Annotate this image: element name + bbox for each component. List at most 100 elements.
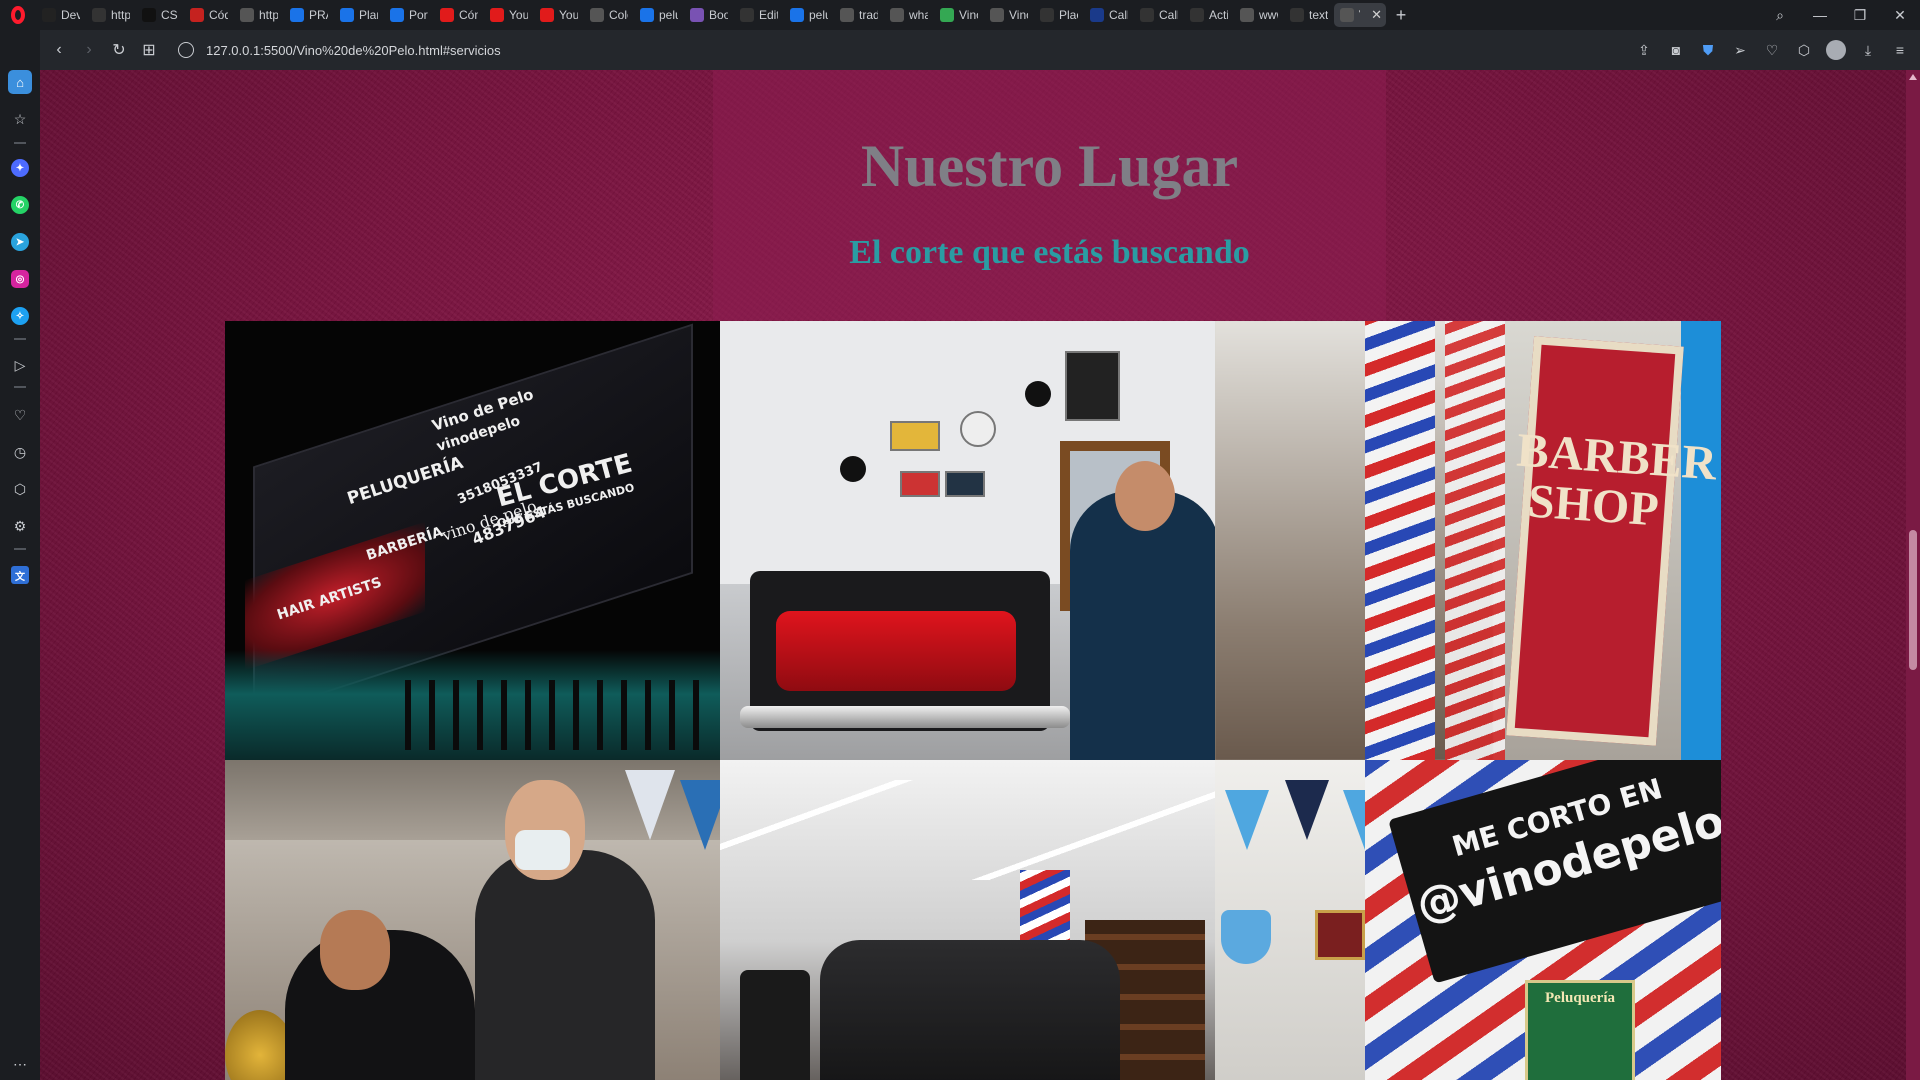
tab-title: Vino [959, 8, 978, 22]
bootstrap-icon [690, 8, 704, 22]
google-icon [840, 8, 854, 22]
tab-title: Call c [1159, 8, 1178, 22]
tab-title: Colo [609, 8, 628, 22]
close-window-button[interactable]: ✕ [1880, 0, 1920, 30]
back-button[interactable]: ‹ [44, 35, 74, 65]
globe-icon [240, 8, 254, 22]
scroll-up-arrow-icon[interactable] [1909, 74, 1917, 80]
twitter-icon[interactable]: ✧ [8, 304, 32, 328]
browser-tab[interactable]: Porta [384, 3, 432, 27]
profile-avatar[interactable] [1822, 36, 1850, 64]
browser-tab[interactable]: tradu [834, 3, 882, 27]
tyc-icon [1090, 8, 1104, 22]
toolbar-right-buttons: ⇪ ◙ ⛊ ➢ ♡ ⬡ ⤓ ≡ [1630, 36, 1920, 64]
sidebar-divider [14, 142, 26, 144]
restore-button[interactable]: ❐ [1840, 0, 1880, 30]
speed-dial-home-icon[interactable]: ⌂ [8, 70, 32, 94]
history-clock-icon[interactable]: ◷ [8, 440, 32, 464]
reload-button[interactable]: ↻ [104, 35, 134, 65]
scrollbar-thumb[interactable] [1909, 530, 1917, 670]
tab-grid-icon[interactable]: ⊞ [134, 35, 164, 65]
send-icon[interactable]: ➢ [1726, 36, 1754, 64]
browser-tab[interactable]: Boot [684, 3, 732, 27]
browser-tab[interactable]: peluc [634, 3, 682, 27]
address-toolbar: ‹ › ↻ ⊞ 127.0.0.1:5500/Vino%20de%20Pelo.… [40, 30, 1920, 70]
pinboards-icon[interactable]: ☆ [8, 107, 32, 131]
browser-tab[interactable]: PRÁC [284, 3, 332, 27]
minimize-button[interactable]: — [1800, 0, 1840, 30]
browser-tab[interactable]: text- [1284, 3, 1332, 27]
bookmark-heart-icon[interactable]: ♡ [1758, 36, 1786, 64]
new-tab-button[interactable]: + [1388, 3, 1414, 27]
browser-tab[interactable]: https [234, 3, 282, 27]
browser-tab[interactable]: Cóm [434, 3, 482, 27]
telegram-icon[interactable]: ➤ [8, 230, 32, 254]
easy-setup-menu-icon[interactable]: ≡ [1886, 36, 1914, 64]
browser-tab[interactable]: Place [1034, 3, 1082, 27]
browser-tab[interactable]: CS50 [136, 3, 182, 27]
address-bar[interactable]: 127.0.0.1:5500/Vino%20de%20Pelo.html#ser… [178, 36, 1630, 64]
tab-title: https [259, 8, 278, 22]
tab-title: peluc [659, 8, 678, 22]
browser-tab[interactable]: Vi ✕ [1334, 3, 1386, 27]
browser-tab[interactable]: Call c [1134, 3, 1182, 27]
browser-tab[interactable]: Activ [1184, 3, 1232, 27]
section-header: Nuestro Lugar El corte que estás buscand… [713, 70, 1386, 320]
browser-tab[interactable]: Códi [184, 3, 232, 27]
messenger-icon[interactable]: ✦ [8, 156, 32, 180]
browser-tab[interactable]: Call c [1084, 3, 1132, 27]
tab-title: what [909, 8, 928, 22]
trello-icon [290, 8, 304, 22]
tab-title: YouT [509, 8, 528, 22]
browser-tab[interactable]: Plant [334, 3, 382, 27]
url-text[interactable]: 127.0.0.1:5500/Vino%20de%20Pelo.html#ser… [206, 43, 501, 58]
globe-icon [590, 8, 604, 22]
browser-tab[interactable]: YouT [484, 3, 532, 27]
page-scrollbar[interactable] [1906, 70, 1920, 1080]
browser-tab[interactable]: Colo [584, 3, 632, 27]
sidebar-divider [14, 548, 26, 550]
site-info-globe-icon[interactable] [178, 42, 194, 58]
browser-tab[interactable]: YouT [534, 3, 582, 27]
player-icon[interactable]: ▷ [8, 353, 32, 377]
forward-button[interactable]: › [74, 35, 104, 65]
opera-logo-icon[interactable] [0, 0, 36, 30]
browser-tab[interactable]: what [884, 3, 932, 27]
close-tab-icon[interactable]: ✕ [1371, 7, 1382, 23]
instagram-icon[interactable]: ◎ [8, 267, 32, 291]
sidebar-divider [14, 338, 26, 340]
vpn-shield-icon[interactable]: ⛊ [1694, 36, 1722, 64]
google-icon [890, 8, 904, 22]
tab-title: Place [1059, 8, 1078, 22]
browser-tab[interactable]: www. [1234, 3, 1282, 27]
page-viewport: Nuestro Lugar El corte que estás buscand… [40, 70, 1906, 1080]
tab-title: Call c [1109, 8, 1128, 22]
browser-tab[interactable]: Vino [984, 3, 1032, 27]
tab-search-icon[interactable]: ⌕ [1760, 0, 1800, 30]
tab-title: Edito [759, 8, 778, 22]
downloads-icon[interactable]: ⤓ [1854, 36, 1882, 64]
snapshot-camera-icon[interactable]: ◙ [1662, 36, 1690, 64]
whatsapp-icon[interactable]: ✆ [8, 193, 32, 217]
extensions-cube-icon[interactable]: ⬡ [8, 477, 32, 501]
tab-title: CS50 [161, 8, 178, 22]
bookmarks-heart-icon[interactable]: ♡ [8, 403, 32, 427]
extensions-icon[interactable]: ⬡ [1790, 36, 1818, 64]
more-options-icon[interactable]: ⋯ [8, 1052, 32, 1076]
share-icon[interactable]: ⇪ [1630, 36, 1658, 64]
tab-title: Boot [709, 8, 728, 22]
photo-gallery: PELUQUERÍA BARBERÍA vino de pelo EL CORT… [225, 321, 1721, 1080]
browser-tab[interactable]: peluc [784, 3, 832, 27]
browser-tab[interactable]: Deve [36, 3, 84, 27]
browser-tab[interactable]: https [86, 3, 134, 27]
sidebar: ⌂ ☆ ✦ ✆ ➤ ◎ ✧ ▷ ♡ ◷ ⬡ ⚙ 文 ⋯ [0, 30, 40, 1080]
browser-tab[interactable]: Edito [734, 3, 782, 27]
tab-title: Porta [409, 8, 428, 22]
gmail-icon [190, 8, 204, 22]
youtube-icon [440, 8, 454, 22]
translate-app-icon[interactable]: 文 [8, 563, 32, 587]
tab-title: text- [1309, 8, 1328, 22]
browser-tab[interactable]: Vino [934, 3, 982, 27]
settings-gear-icon[interactable]: ⚙ [8, 514, 32, 538]
tab-title: Vi [1359, 8, 1360, 22]
